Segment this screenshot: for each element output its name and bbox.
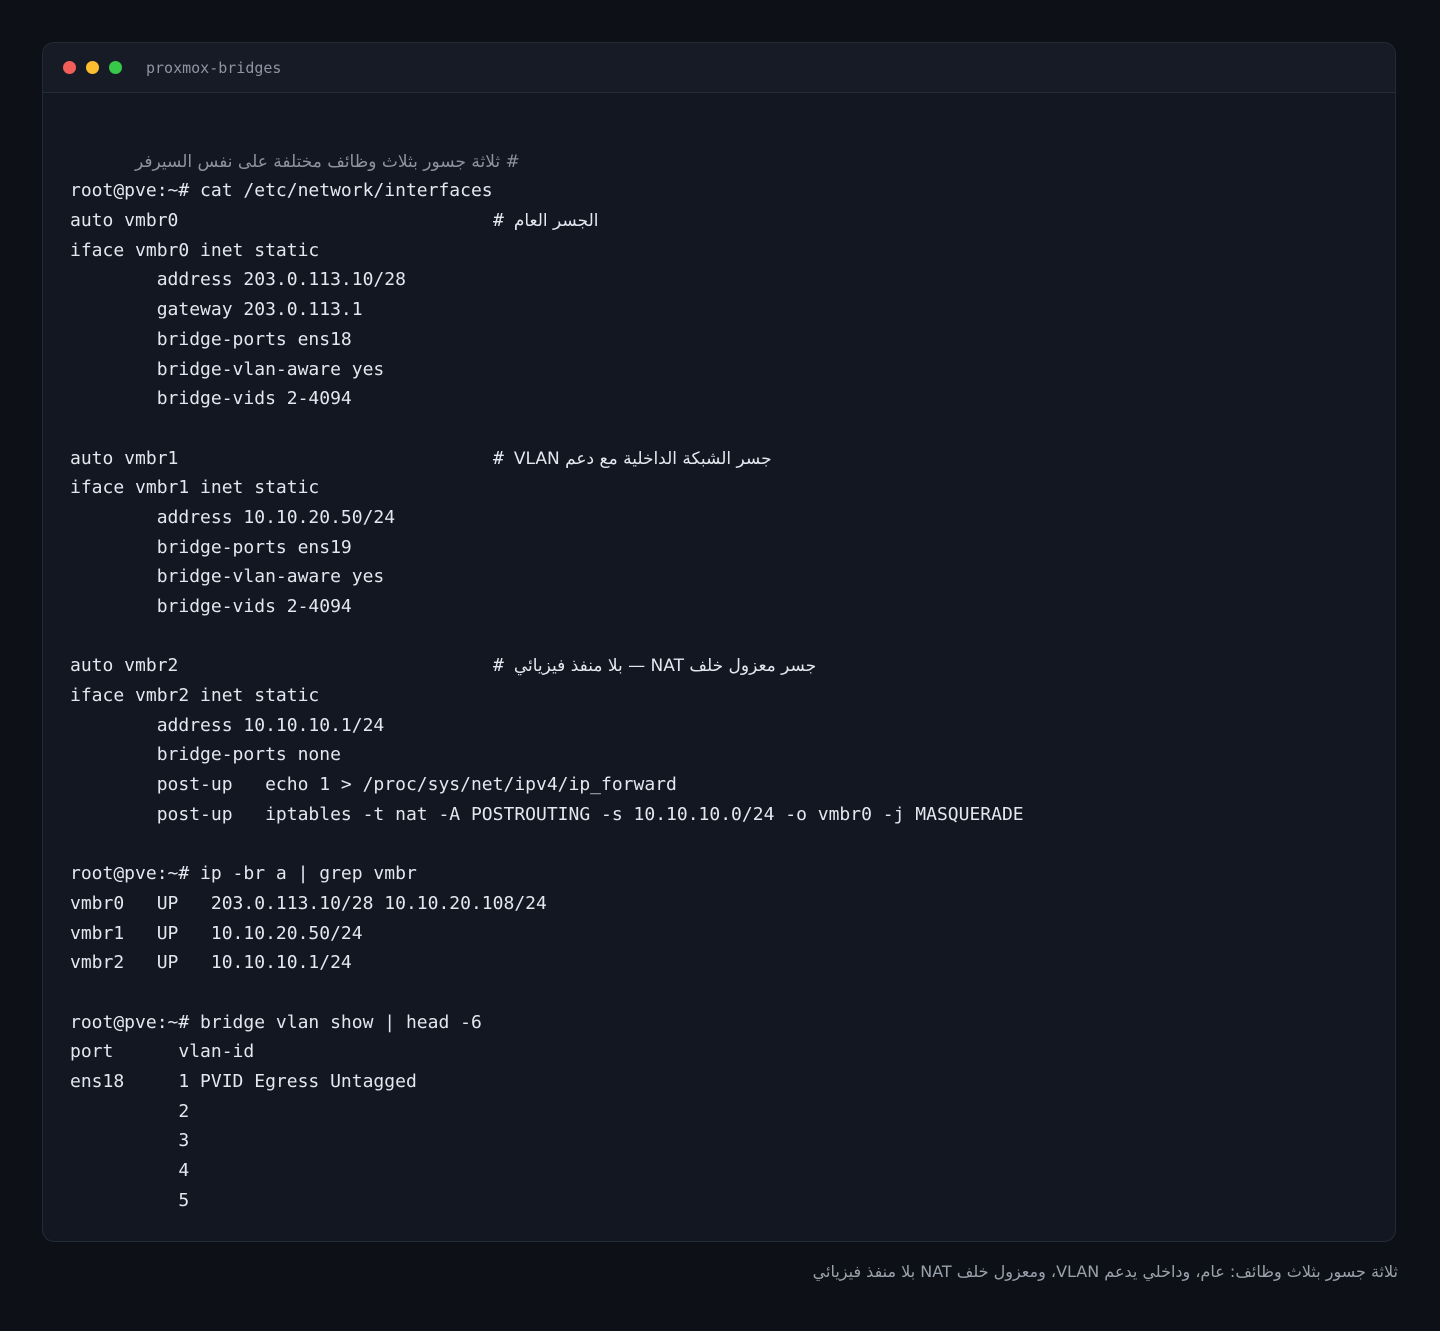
inline-comment-text: جسر الشبكة الداخلية مع دعم VLAN bbox=[513, 448, 772, 469]
terminal-line: auto vmbr1 # جسر الشبكة الداخلية مع دعم VL… bbox=[70, 444, 1395, 474]
terminal-line-text: iface vmbr2 inet static bbox=[70, 685, 320, 707]
terminal-line-text: post-up iptables -t nat -A POSTROUTING -… bbox=[70, 803, 1024, 825]
inline-comment-text: جسر معزول خلف NAT — بلا منفذ فيزيائي bbox=[513, 656, 817, 677]
terminal-line: bridge-vids 2-4094 bbox=[70, 384, 1395, 414]
terminal-line-text: root@pve:~# ip -br a | grep vmbr bbox=[70, 863, 417, 885]
terminal-line: root@pve:~# ip -br a | grep vmbr bbox=[70, 859, 1395, 889]
terminal-line-text: gateway 203.0.113.1 bbox=[70, 299, 363, 321]
terminal-line: 2 bbox=[70, 1097, 1395, 1127]
header-comment-line: # ثلاثة جسور بثلاث وظائف مختلفة على نفس … bbox=[70, 117, 1395, 172]
maximize-window-button[interactable] bbox=[109, 61, 122, 74]
terminal-line: iface vmbr0 inet static bbox=[70, 236, 1395, 266]
terminal-line: auto vmbr0 # الجسر العام bbox=[70, 206, 1395, 236]
terminal-line: vmbr2 UP 10.10.10.1/24 bbox=[70, 948, 1395, 978]
terminal-line-text: bridge-ports ens18 bbox=[70, 328, 352, 350]
figure-caption: ثلاثة جسور بثلاث وظائف: عام، وداخلي يدعم… bbox=[812, 1262, 1398, 1281]
terminal-line: bridge-vlan-aware yes bbox=[70, 562, 1395, 592]
comment-hash: # bbox=[493, 210, 504, 232]
terminal-line: address 10.10.20.50/24 bbox=[70, 503, 1395, 533]
terminal-line: bridge-vlan-aware yes bbox=[70, 355, 1395, 385]
terminal-line-text: auto vmbr1 bbox=[70, 447, 179, 469]
terminal-line: bridge-ports ens19 bbox=[70, 533, 1395, 563]
terminal-line: 4 bbox=[70, 1156, 1395, 1186]
terminal-line-text: root@pve:~# bridge vlan show | head -6 bbox=[70, 1011, 482, 1033]
terminal-line-text: iface vmbr0 inet static bbox=[70, 239, 320, 261]
terminal-window: proxmox-bridges # ثلاثة جسور بثلاث وظائف… bbox=[42, 42, 1396, 1242]
terminal-output[interactable]: # ثلاثة جسور بثلاث وظائف مختلفة على نفس … bbox=[43, 93, 1395, 1215]
terminal-line: ens18 1 PVID Egress Untagged bbox=[70, 1067, 1395, 1097]
terminal-line-text: post-up echo 1 > /proc/sys/net/ipv4/ip_f… bbox=[70, 774, 677, 796]
window-title: proxmox-bridges bbox=[146, 58, 282, 77]
terminal-line-text: vmbr1 UP 10.10.20.50/24 bbox=[70, 922, 363, 944]
terminal-line-text: 2 bbox=[70, 1100, 190, 1122]
comment-hash: # bbox=[493, 447, 504, 469]
terminal-line: vmbr1 UP 10.10.20.50/24 bbox=[70, 919, 1395, 949]
terminal-line: gateway 203.0.113.1 bbox=[70, 295, 1395, 325]
terminal-line: port vlan-id bbox=[70, 1037, 1395, 1067]
terminal-line: bridge-ports none bbox=[70, 740, 1395, 770]
terminal-line: root@pve:~# bridge vlan show | head -6 bbox=[70, 1008, 1395, 1038]
terminal-line-text: 4 bbox=[70, 1160, 190, 1182]
terminal-line: vmbr0 UP 203.0.113.10/28 10.10.20.108/24 bbox=[70, 889, 1395, 919]
terminal-line-text: bridge-vids 2-4094 bbox=[70, 596, 352, 617]
minimize-window-button[interactable] bbox=[86, 61, 99, 74]
terminal-line: post-up echo 1 > /proc/sys/net/ipv4/ip_f… bbox=[70, 770, 1395, 800]
terminal-line-text: ens18 1 PVID Egress Untagged bbox=[70, 1071, 417, 1092]
terminal-line-text: bridge-ports ens19 bbox=[70, 536, 352, 558]
comment-hash: # bbox=[493, 655, 504, 677]
terminal-line: bridge-ports ens18 bbox=[70, 325, 1395, 355]
terminal-line: bridge-vids 2-4094 bbox=[70, 592, 1395, 622]
terminal-line: address 10.10.10.1/24 bbox=[70, 711, 1395, 741]
inline-comment: # جسر الشبكة الداخلية مع دعم VLAN bbox=[493, 444, 772, 475]
terminal-line-text: auto vmbr0 bbox=[70, 210, 179, 232]
terminal-line-text: auto vmbr2 bbox=[70, 655, 179, 677]
terminal-line-text: address 10.10.20.50/24 bbox=[70, 506, 396, 528]
terminal-line-text: port vlan-id bbox=[70, 1041, 255, 1063]
terminal-line-text: iface vmbr1 inet static bbox=[70, 477, 320, 499]
terminal-line: address 203.0.113.10/28 bbox=[70, 265, 1395, 295]
terminal-line-text: bridge-ports none bbox=[70, 744, 341, 766]
terminal-line: post-up iptables -t nat -A POSTROUTING -… bbox=[70, 800, 1395, 830]
terminal-line: root@pve:~# cat /etc/network/interfaces bbox=[70, 176, 1395, 206]
terminal-line-text: bridge-vlan-aware yes bbox=[70, 358, 385, 380]
terminal-line: 5 bbox=[70, 1186, 1395, 1216]
inline-comment: # جسر معزول خلف NAT — بلا منفذ فيزيائي bbox=[493, 651, 816, 682]
terminal-line: iface vmbr1 inet static bbox=[70, 473, 1395, 503]
terminal-line-text: 3 bbox=[70, 1130, 190, 1152]
terminal-line-text: bridge-vids 2-4094 bbox=[70, 388, 352, 410]
terminal-line-text: root@pve:~# cat /etc/network/interfaces bbox=[70, 180, 493, 202]
terminal-line: 3 bbox=[70, 1126, 1395, 1156]
terminal-line-text: bridge-vlan-aware yes bbox=[70, 566, 385, 588]
terminal-line-text: 5 bbox=[70, 1189, 190, 1211]
title-bar: proxmox-bridges bbox=[43, 43, 1395, 93]
terminal-line: auto vmbr2 # جسر معزول خلف NAT — بلا منفذ … bbox=[70, 651, 1395, 681]
terminal-line-text: address 203.0.113.10/28 bbox=[70, 269, 406, 291]
terminal-line-text: vmbr2 UP 10.10.10.1/24 bbox=[70, 952, 352, 974]
close-window-button[interactable] bbox=[63, 61, 76, 74]
terminal-line-text: vmbr0 UP 203.0.113.10/28 10.10.20.108/24 bbox=[70, 892, 547, 914]
inline-comment-text: الجسر العام bbox=[513, 211, 599, 232]
terminal-line: iface vmbr2 inet static bbox=[70, 681, 1395, 711]
terminal-line-text: address 10.10.10.1/24 bbox=[70, 714, 385, 736]
inline-comment: # الجسر العام bbox=[493, 206, 598, 237]
